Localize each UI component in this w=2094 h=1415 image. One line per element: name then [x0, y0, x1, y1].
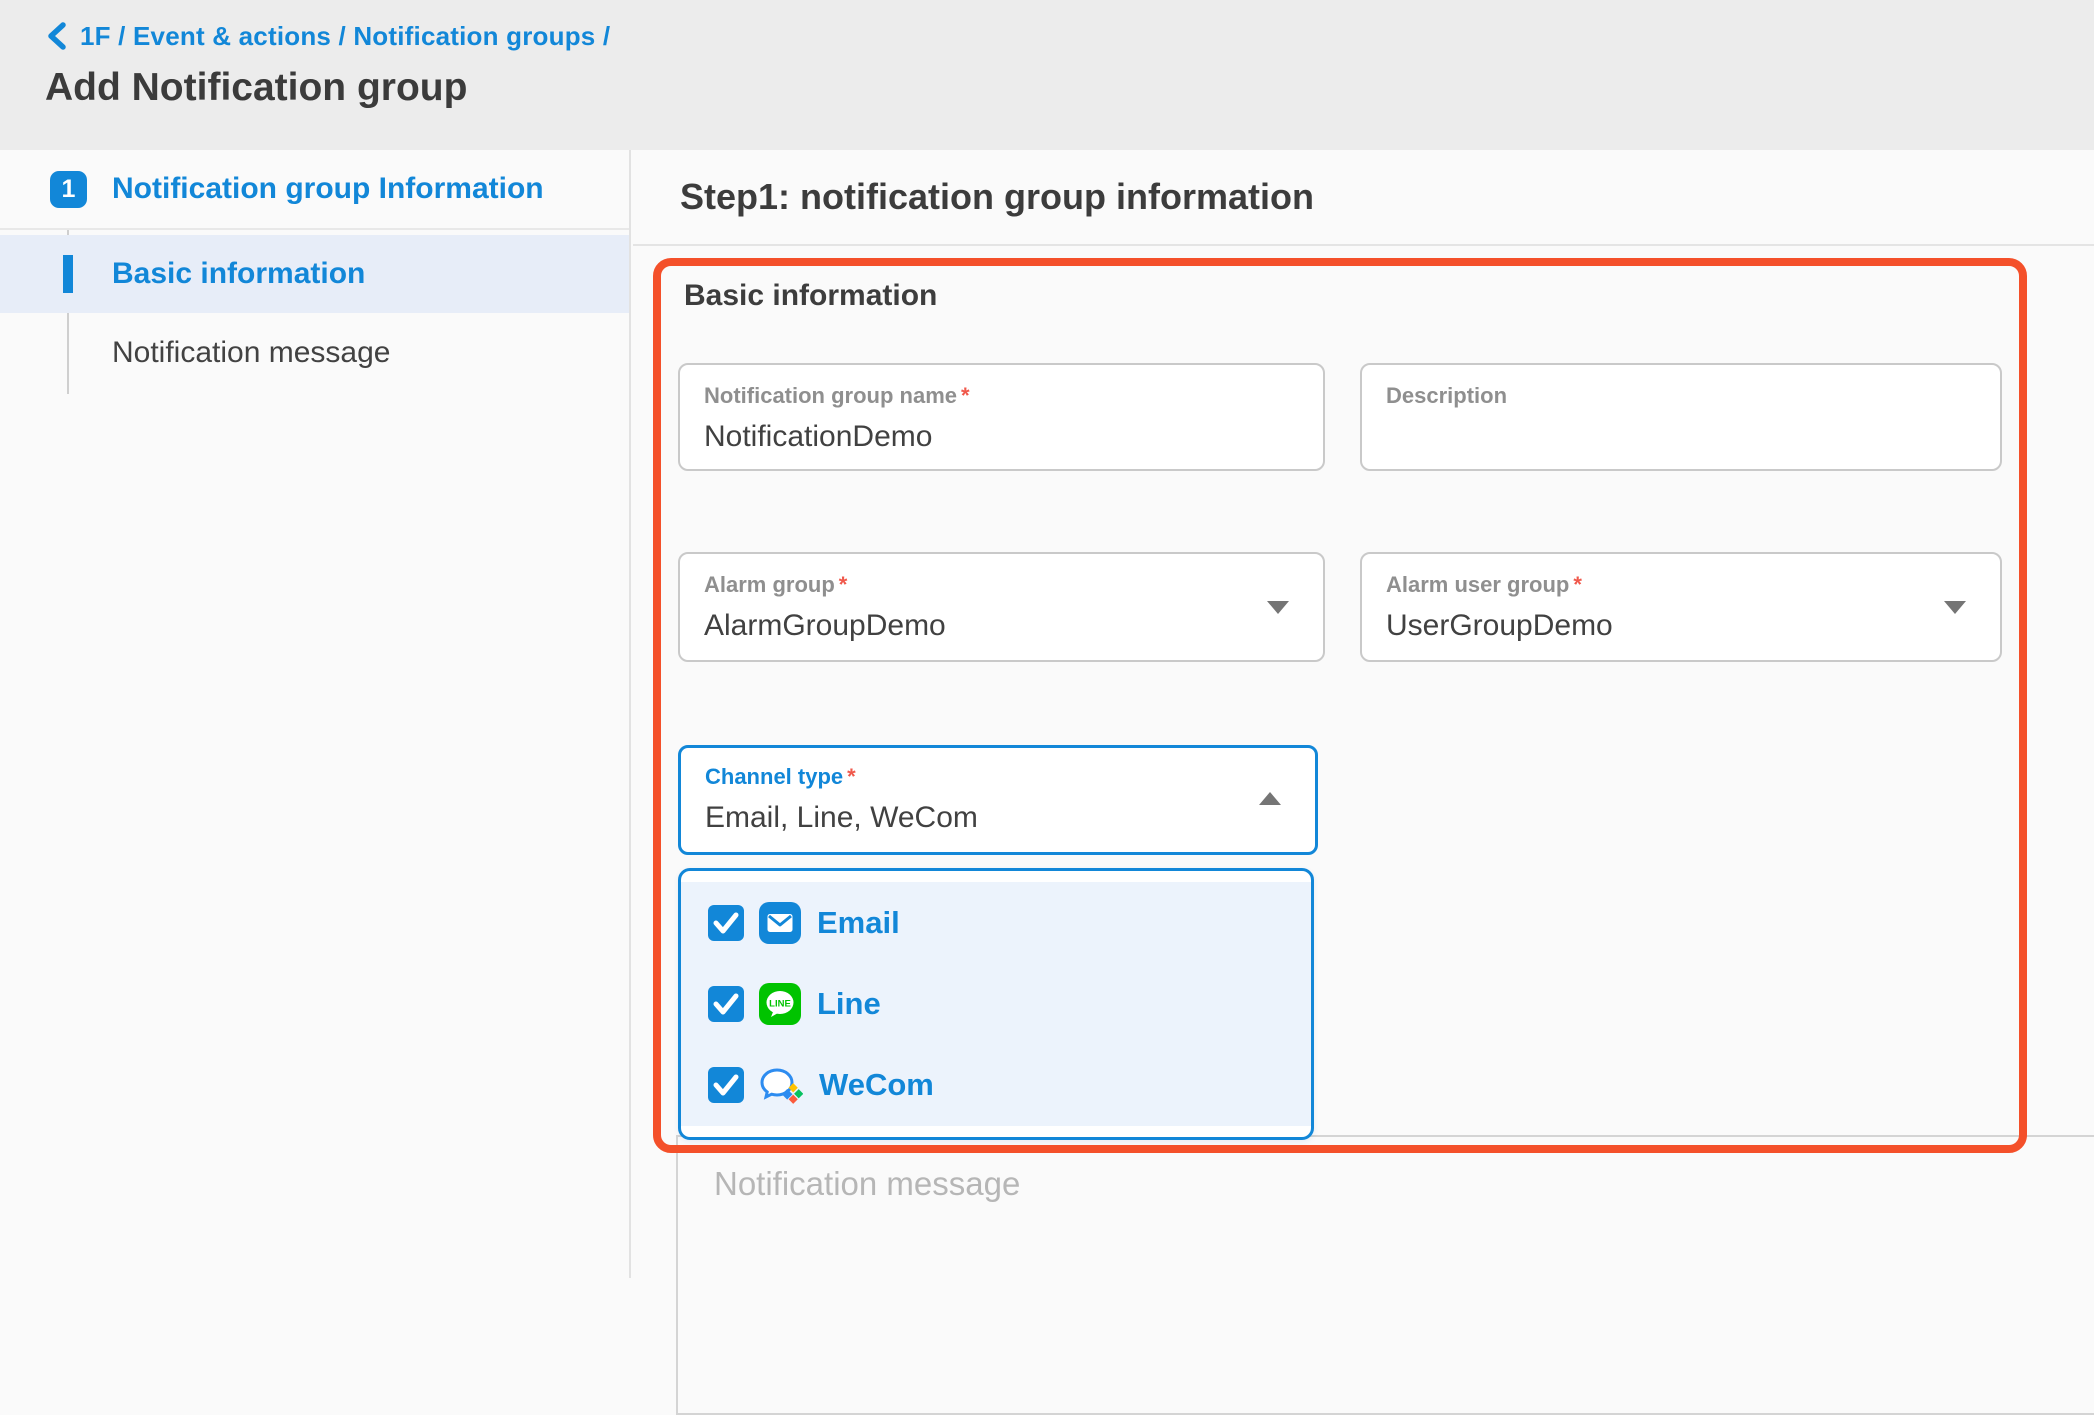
dropdown-option-email[interactable]: Email — [681, 882, 1311, 963]
channel-type-dropdown: Email LINE Line WeCom — [678, 868, 1314, 1140]
email-icon — [759, 902, 801, 944]
checkbox-checked[interactable] — [707, 1066, 745, 1104]
sidebar-item-basic-information[interactable]: Basic information — [0, 235, 629, 313]
channel-type-select[interactable]: Channel type* Email, Line, WeCom — [678, 745, 1318, 855]
alarm-user-group-select[interactable]: Alarm user group* UserGroupDemo — [1360, 552, 2002, 662]
dropdown-option-wecom[interactable]: WeCom — [681, 1045, 1311, 1126]
sidebar-item-notification-group-information[interactable]: 1 Notification group Information — [0, 150, 629, 228]
dropdown-option-label: WeCom — [819, 1067, 934, 1103]
chevron-down-icon[interactable] — [1267, 601, 1289, 614]
dropdown-option-label: Line — [817, 986, 881, 1022]
chevron-up-icon[interactable] — [1259, 792, 1281, 805]
wecom-icon — [759, 1064, 803, 1106]
field-label: Description — [1386, 383, 1976, 409]
dropdown-option-label: Email — [817, 905, 900, 941]
steps-sidebar: 1 Notification group Information Basic i… — [0, 150, 631, 1278]
line-icon: LINE — [759, 983, 801, 1025]
field-value: UserGroupDemo — [1386, 608, 1976, 644]
required-asterisk: * — [961, 383, 970, 408]
checkbox-checked[interactable] — [707, 904, 745, 942]
sidebar-divider — [0, 228, 629, 230]
step-number-badge: 1 — [50, 171, 87, 208]
field-label: Notification group name* — [704, 383, 1299, 409]
sidebar-item-notification-message[interactable]: Notification message — [0, 314, 629, 392]
required-asterisk: * — [847, 764, 856, 789]
content-divider — [633, 244, 2094, 246]
field-value: NotificationDemo — [704, 419, 1299, 455]
checkbox-checked[interactable] — [707, 985, 745, 1023]
breadcrumb[interactable]: 1F / Event & actions / Notification grou… — [44, 20, 610, 52]
chevron-down-icon[interactable] — [1944, 601, 1966, 614]
textarea-placeholder: Notification message — [714, 1165, 2094, 1203]
field-label: Alarm group* — [704, 572, 1299, 598]
field-value: AlarmGroupDemo — [704, 608, 1299, 644]
notification-group-name-field[interactable]: Notification group name* NotificationDem… — [678, 363, 1325, 471]
breadcrumb-text[interactable]: 1F / Event & actions / Notification grou… — [80, 21, 610, 52]
page-title: Add Notification group — [45, 66, 467, 110]
alarm-group-select[interactable]: Alarm group* AlarmGroupDemo — [678, 552, 1325, 662]
basic-information-heading: Basic information — [684, 279, 937, 313]
required-asterisk: * — [839, 572, 848, 597]
step-section-title: Step1: notification group information — [680, 176, 1314, 218]
active-indicator-bar — [63, 255, 73, 293]
field-label: Alarm user group* — [1386, 572, 1976, 598]
field-label: Channel type* — [705, 764, 1291, 790]
field-value: Email, Line, WeCom — [705, 800, 1291, 836]
svg-text:LINE: LINE — [769, 998, 791, 1009]
step-label: Notification group Information — [112, 172, 544, 206]
page-header: 1F / Event & actions / Notification grou… — [0, 0, 2094, 150]
back-chevron-icon[interactable] — [44, 20, 70, 52]
notification-message-textarea[interactable]: Notification message — [676, 1135, 2094, 1415]
dropdown-option-line[interactable]: LINE Line — [681, 963, 1311, 1044]
sidebar-item-label: Notification message — [112, 336, 390, 370]
description-field[interactable]: Description — [1360, 363, 2002, 471]
required-asterisk: * — [1573, 572, 1582, 597]
sidebar-item-label: Basic information — [112, 257, 365, 291]
